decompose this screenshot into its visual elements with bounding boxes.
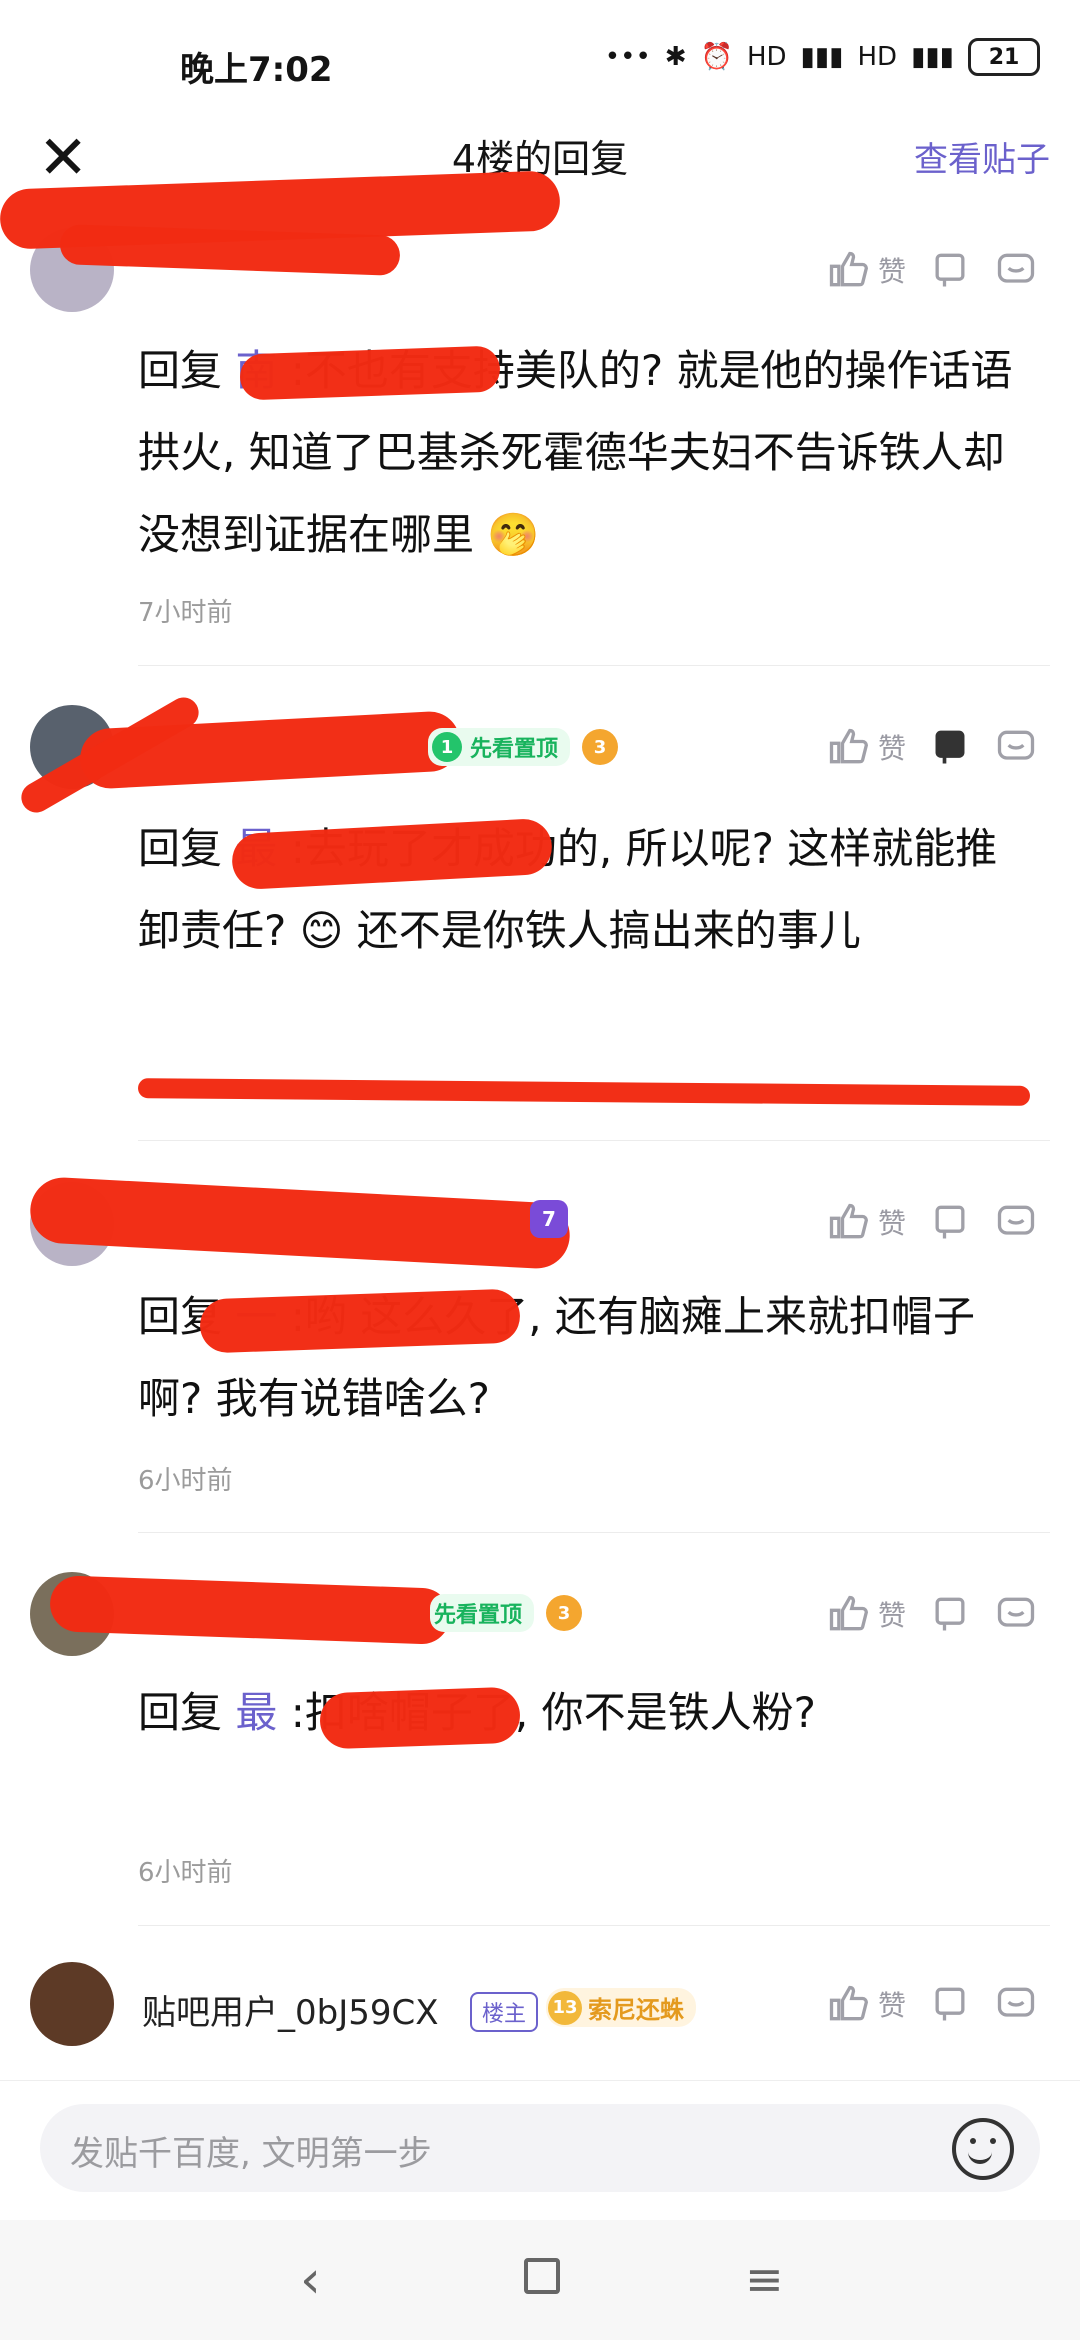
like-label: 赞 xyxy=(877,1207,906,1240)
comment-actions: 赞 xyxy=(826,725,1038,769)
level-number: 13 xyxy=(548,1990,582,2025)
hd-icon: HD xyxy=(746,42,787,72)
pin-badge: 先看置顶 xyxy=(430,1594,535,1632)
username[interactable]: 贴吧用户_0bJ59CX xyxy=(142,1985,439,2034)
emoji-icon[interactable] xyxy=(952,2118,1014,2180)
thumbs-up-icon xyxy=(829,728,868,764)
badge-label: 先看置顶 xyxy=(434,1603,523,1628)
badge-number: 1 xyxy=(432,732,462,762)
comment-time: 6小时前 xyxy=(138,1858,233,1888)
view-post-link[interactable]: 查看贴子 xyxy=(914,132,1050,181)
reply-icon[interactable] xyxy=(994,1200,1038,1244)
like-label: 赞 xyxy=(877,1599,906,1632)
reply-word: 回复 xyxy=(138,824,223,873)
level-badge: 3 xyxy=(582,729,619,765)
pin-badge: 1 先看置顶 xyxy=(428,728,571,766)
reply-icon[interactable] xyxy=(994,248,1038,292)
avatar[interactable] xyxy=(30,1962,114,2046)
like-button[interactable]: 赞 xyxy=(826,1982,906,2026)
comment-actions: 赞 xyxy=(826,1982,1038,2026)
like-label: 赞 xyxy=(877,732,906,765)
bluetooth-icon: ✱ xyxy=(664,42,687,72)
reply-word: 回复 xyxy=(138,1688,223,1737)
back-icon[interactable]: ‹ xyxy=(300,2250,321,2310)
reply-icon[interactable] xyxy=(994,1982,1038,2026)
redaction xyxy=(137,1078,1031,1106)
comment-actions: 赞 xyxy=(826,1592,1038,1636)
like-label: 赞 xyxy=(877,255,906,288)
reply-icon[interactable] xyxy=(994,725,1038,769)
like-button[interactable]: 赞 xyxy=(826,1200,906,1244)
battery-level: 21 xyxy=(988,44,1020,70)
redaction xyxy=(28,1175,572,1271)
redaction xyxy=(199,1288,521,1354)
comment-body[interactable]: 回复 最 :扣啥帽子了, 你不是铁人粉? xyxy=(138,1672,1038,1754)
comment-actions: 赞 xyxy=(826,1200,1038,1244)
comment-time: 7小时前 xyxy=(138,598,233,628)
level-badge: 3 xyxy=(546,1595,583,1631)
reply-word: 回复 xyxy=(138,346,223,395)
thumbs-up-icon xyxy=(829,1985,868,2021)
thumbs-up-icon xyxy=(829,251,868,287)
divider xyxy=(138,1532,1050,1533)
redaction xyxy=(49,1575,451,1645)
status-bar: 晚上7:02 ••• ✱ ⏰ HD ▮▮▮ HD ▮▮▮ 21 xyxy=(0,0,1080,120)
reply-username[interactable]: 最 xyxy=(235,1688,277,1737)
dots-icon: ••• xyxy=(604,42,651,72)
divider xyxy=(138,1140,1050,1141)
menu-icon[interactable]: ≡ xyxy=(745,2252,784,2306)
thumbs-down-icon[interactable] xyxy=(928,725,972,769)
owner-badge: 楼主 xyxy=(470,1992,539,2032)
user-badges: 1 先看置顶 3 xyxy=(428,728,619,766)
thumbs-up-icon xyxy=(829,1595,868,1631)
level-badge: 7 xyxy=(530,1200,568,1238)
user-badges: 7 xyxy=(530,1200,568,1238)
badge-label: 先看置顶 xyxy=(470,737,559,762)
level-name: 索尼还蛛 xyxy=(588,1996,684,2024)
signal-icon: ▮▮▮ xyxy=(911,42,954,72)
like-button[interactable]: 赞 xyxy=(826,725,906,769)
thumbs-down-icon[interactable] xyxy=(928,1982,972,2026)
battery-icon: 21 xyxy=(968,38,1040,76)
alarm-icon: ⏰ xyxy=(700,42,733,72)
thumbs-down-icon[interactable] xyxy=(928,248,972,292)
user-badges: 先看置顶 3 xyxy=(430,1594,583,1632)
divider xyxy=(138,1925,1050,1926)
redaction xyxy=(319,1686,521,1750)
status-icons: ••• ✱ ⏰ HD ▮▮▮ HD ▮▮▮ 21 xyxy=(605,38,1040,76)
comment-time: 6小时前 xyxy=(138,1466,233,1496)
redaction xyxy=(239,345,501,401)
thumbs-down-icon[interactable] xyxy=(928,1200,972,1244)
thumbs-down-icon[interactable] xyxy=(928,1592,972,1636)
home-icon[interactable] xyxy=(524,2258,560,2294)
like-label: 赞 xyxy=(877,1989,906,2022)
hd-icon: HD xyxy=(857,42,898,72)
reply-icon[interactable] xyxy=(994,1592,1038,1636)
level-badge: 13 索尼还蛛 xyxy=(546,1988,696,2027)
signal-icon: ▮▮▮ xyxy=(800,42,844,72)
comment-input-placeholder[interactable]: 发贴千百度, 文明第一步 xyxy=(70,2126,432,2175)
divider xyxy=(138,665,1050,666)
status-time: 晚上7:02 xyxy=(180,50,333,90)
like-button[interactable]: 赞 xyxy=(826,1592,906,1636)
thumbs-up-icon xyxy=(829,1203,868,1239)
like-button[interactable]: 赞 xyxy=(826,248,906,292)
comment-actions: 赞 xyxy=(826,248,1038,292)
